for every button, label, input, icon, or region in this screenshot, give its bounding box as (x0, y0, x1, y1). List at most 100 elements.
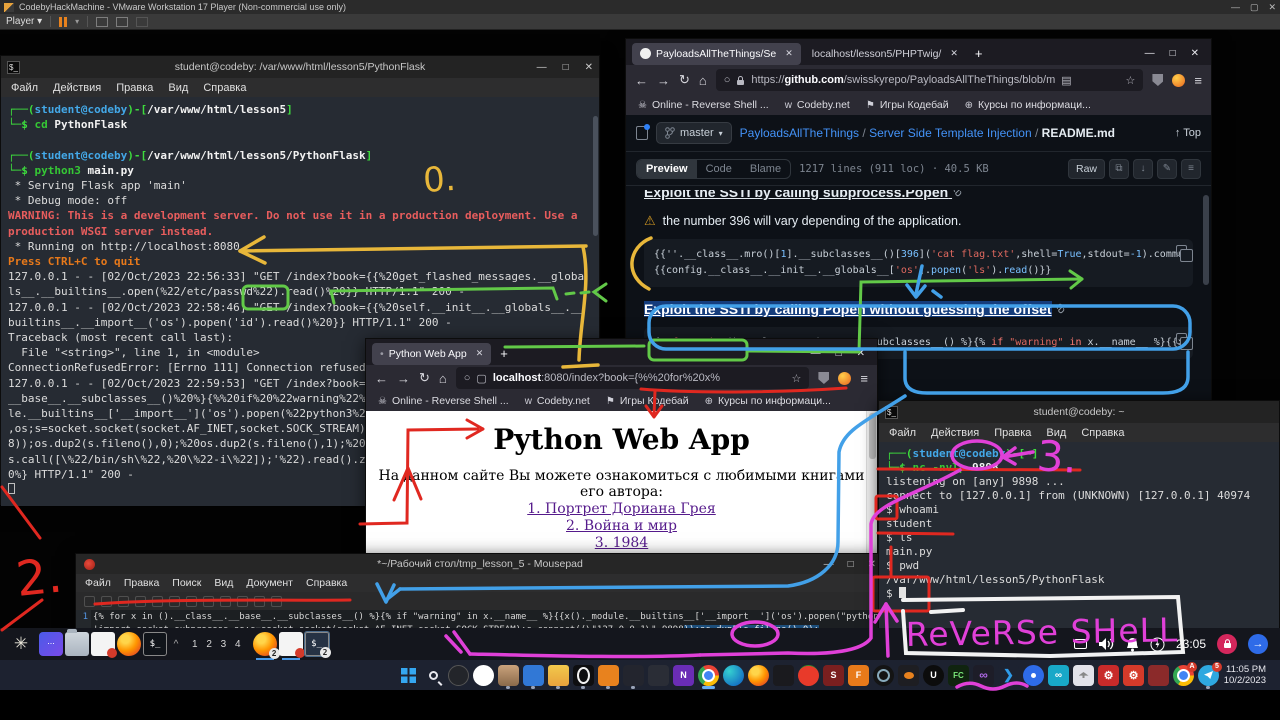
adblock-shield-icon[interactable] (1152, 74, 1163, 86)
close-button[interactable]: ✕ (1268, 2, 1276, 13)
show-desktop-icon[interactable] (39, 632, 63, 656)
new-tab-button[interactable]: + (975, 46, 983, 61)
maximize-button[interactable]: □ (836, 348, 842, 359)
suspend-button[interactable] (59, 17, 67, 27)
taskbar-app-blender[interactable] (898, 665, 919, 686)
task-mousepad[interactable] (279, 632, 303, 656)
close-button[interactable]: ✕ (1191, 48, 1199, 59)
menu-item[interactable]: Действия (53, 82, 101, 94)
raw-button[interactable]: Raw (1068, 159, 1105, 179)
taskbar-app-vscode[interactable] (998, 665, 1019, 686)
extension-icon[interactable] (838, 372, 851, 385)
taskbar-app-shotcut[interactable]: S (823, 665, 844, 686)
paste-icon[interactable] (237, 596, 248, 607)
close-button[interactable]: ✕ (868, 559, 876, 570)
terminal1-scrollbar[interactable] (593, 116, 598, 236)
terminal1-titlebar[interactable]: $_ student@codeby: /var/www/html/lesson5… (1, 56, 599, 78)
search-replace-icon[interactable] (271, 596, 282, 607)
adblock-shield-icon[interactable] (818, 372, 829, 384)
save-as-icon[interactable] (135, 596, 146, 607)
search-icon[interactable] (254, 596, 265, 607)
branch-selector[interactable]: master ▾ (656, 122, 732, 144)
vm-clock[interactable]: 23:05 (1176, 637, 1206, 651)
menu-item[interactable]: Справка (306, 577, 347, 589)
window-list-icon[interactable] (1074, 639, 1087, 649)
back-button[interactable]: ← (375, 371, 388, 386)
menu-item[interactable]: Справка (1081, 427, 1124, 439)
back-button[interactable]: ← (635, 73, 648, 88)
bookmark-star-icon[interactable]: ☆ (1126, 74, 1136, 87)
redo-icon[interactable] (186, 596, 197, 607)
close-tab-icon[interactable]: ✕ (950, 48, 958, 59)
taskbar-app-onenote[interactable]: N (673, 665, 694, 686)
taskbar-app-tree[interactable] (648, 665, 669, 686)
tab-preview[interactable]: Preview (637, 160, 697, 178)
github-scrollbar[interactable] (1203, 195, 1209, 285)
close-button[interactable]: ✕ (585, 62, 593, 73)
search-icon[interactable] (423, 665, 444, 686)
bookmark-star-icon[interactable]: ☆ (792, 372, 802, 385)
bookmark-infosec-courses[interactable]: ⊕Курсы по информаци... (965, 99, 1091, 111)
workspace-switcher[interactable]: 1 2 3 4 (192, 639, 244, 650)
extension-icon[interactable] (1172, 74, 1185, 87)
task-terminal[interactable]: $_2 (305, 632, 329, 656)
maximize-button[interactable]: □ (848, 559, 854, 570)
taskbar-app-vmware[interactable] (598, 665, 619, 686)
pythonapp-scrollbar[interactable] (866, 411, 877, 576)
reload-button[interactable]: ↻ (419, 370, 430, 386)
menu-item[interactable]: Вид (168, 82, 188, 94)
url-bar[interactable]: ○ ▢ localhost:8080/index?book={%%20for%2… (456, 367, 810, 389)
bookmark-online-reverse-shell[interactable]: ☠Online - Reverse Shell ... (638, 99, 769, 111)
new-file-icon[interactable] (84, 596, 95, 607)
breadcrumb-section[interactable]: Server Side Template Injection (869, 126, 1032, 140)
home-button[interactable]: ⌂ (439, 371, 447, 386)
save-icon[interactable] (118, 596, 129, 607)
launcher-expand-icon[interactable]: ^ (169, 632, 183, 656)
notification-bell-icon[interactable] (1126, 637, 1139, 652)
back-to-top-link[interactable]: ↑ Top (1175, 127, 1201, 139)
bookmark-infosec-courses[interactable]: ⊕Курсы по информаци... (705, 395, 831, 407)
fullscreen-icon[interactable] (116, 17, 128, 27)
taskbar-app-edge[interactable] (723, 665, 744, 686)
player-menu[interactable]: Player ▾ (6, 16, 42, 27)
taskbar-app-fc[interactable]: FC (948, 665, 969, 686)
taskbar-app-maps[interactable] (1023, 665, 1044, 686)
heading-subprocess-popen[interactable]: Exploit the SSTI by calling subprocess.P… (644, 190, 1193, 200)
logout-icon[interactable]: → (1248, 634, 1268, 654)
bookmark-games-codebay[interactable]: ⚑Игры Кодебай (866, 99, 949, 111)
menu-item[interactable]: Поиск (172, 577, 201, 589)
vmware-titlebar[interactable]: CodebyHackMachine - VMware Workstation 1… (0, 0, 1280, 14)
cut-icon[interactable] (203, 596, 214, 607)
menu-item[interactable]: Вид (214, 577, 233, 589)
taskbar-app-unreal[interactable]: U (923, 665, 944, 686)
taskbar-app-flstudio[interactable]: F (848, 665, 869, 686)
maximize-button[interactable]: □ (1170, 48, 1176, 59)
suspend-dropdown[interactable]: ▾ (75, 17, 79, 26)
reload-button[interactable]: ↻ (679, 72, 690, 88)
book-link-dorian-gray[interactable]: 1. Портрет Дориана Грея (366, 501, 877, 517)
file-manager-icon[interactable] (65, 632, 89, 656)
tab-payloadsallthethings[interactable]: PayloadsAllTheThings/Se ✕ (632, 43, 801, 65)
mousepad-launcher-icon[interactable] (91, 632, 115, 656)
volume-icon[interactable] (1098, 637, 1115, 651)
book-link-1984[interactable]: 3. 1984 (366, 535, 877, 551)
download-icon[interactable]: ↓ (1133, 159, 1153, 179)
taskbar-app-calendar[interactable] (523, 665, 544, 686)
bookmark-online-reverse-shell[interactable]: ☠Online - Reverse Shell ... (378, 395, 509, 407)
lock-screen-icon[interactable] (1217, 634, 1237, 654)
forward-button[interactable]: → (397, 371, 410, 386)
minimize-button[interactable]: — (811, 348, 821, 359)
menu-item[interactable]: Справка (203, 82, 246, 94)
taskbar-app-gear-red-2[interactable]: ⚙ (1123, 665, 1144, 686)
forward-button[interactable]: → (657, 73, 670, 88)
copy-code-icon[interactable] (1176, 333, 1187, 344)
send-ctrl-alt-del-icon[interactable] (96, 17, 108, 27)
menu-item[interactable]: Файл (85, 577, 111, 589)
breadcrumb-repo[interactable]: PayloadsAllTheThings (740, 126, 859, 140)
tracking-protection-icon[interactable]: ○ (724, 74, 731, 86)
code-block-subprocess[interactable]: {{''.__class__.mro()[1].__subclasses__()… (644, 239, 1193, 287)
taskbar-app-camera[interactable] (873, 665, 894, 686)
tab-python-web-app[interactable]: • Python Web App ✕ (372, 343, 491, 365)
taskbar-app-obsidian[interactable] (573, 665, 594, 686)
copy-code-icon[interactable] (1176, 245, 1187, 256)
